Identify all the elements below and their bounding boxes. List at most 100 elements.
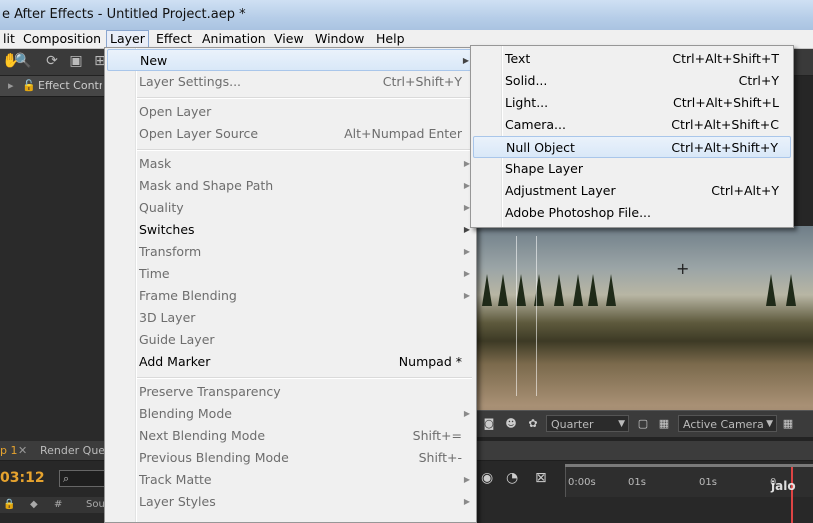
menu-separator — [137, 149, 472, 151]
menu-item-new-null-object[interactable]: Null Object Ctrl+Alt+Shift+Y — [473, 136, 791, 158]
zoom-tool-icon[interactable]: 🔍 — [14, 53, 31, 69]
menu-item-label: New — [140, 53, 168, 68]
menu-item-shortcut: Ctrl+Alt+Shift+L — [673, 95, 779, 110]
menu-separator — [137, 97, 472, 99]
menu-item-switches[interactable]: Switches ▶ — [107, 219, 474, 241]
menu-item-preserve-transparency[interactable]: Preserve Transparency — [107, 381, 474, 403]
menu-effect[interactable]: Effect — [153, 30, 195, 48]
menu-item-label: Time — [139, 266, 170, 281]
menu-item-new-camera[interactable]: Camera... Ctrl+Alt+Shift+C — [473, 114, 791, 136]
graph-editor-icon[interactable]: ⊠ — [535, 470, 547, 486]
region-of-interest-icon[interactable]: ▢ — [636, 417, 650, 431]
menu-item-new-text[interactable]: Text Ctrl+Alt+Shift+T — [473, 48, 791, 70]
rotate-tool-icon[interactable]: ⟳ — [44, 53, 60, 69]
submenu-arrow-icon: ▶ — [463, 475, 470, 484]
menu-item-label: Text — [505, 51, 531, 66]
menu-item-shortcut: Ctrl+Alt+Shift+Y — [671, 140, 778, 155]
menu-item-label: Camera... — [505, 117, 566, 132]
menu-edit[interactable]: lit — [0, 30, 18, 48]
camera-tool-icon[interactable]: ▣ — [68, 53, 84, 69]
menu-item-label: Layer Settings... — [139, 74, 242, 89]
close-icon[interactable]: ✕ — [18, 441, 27, 460]
menu-item-track-matte[interactable]: Track Matte ▶ — [107, 469, 474, 491]
draft-3d-icon[interactable]: ◉ — [481, 470, 493, 486]
ruler-tick-label: 01s — [628, 477, 646, 488]
transparency-grid-icon[interactable]: ▦ — [657, 417, 671, 431]
menu-item-previous-blending-mode[interactable]: Previous Blending Mode Shift+- — [107, 447, 474, 469]
menu-item-add-marker[interactable]: Add Marker Numpad * — [107, 351, 474, 373]
chevron-down-icon: ▼ — [618, 419, 625, 429]
current-time-display[interactable]: 03:12 — [0, 470, 45, 486]
menu-item-frame-blending[interactable]: Frame Blending ▶ — [107, 285, 474, 307]
menu-item-guide-layer[interactable]: Guide Layer — [107, 329, 474, 351]
menu-item-layer-settings[interactable]: Layer Settings... Ctrl+Shift+Y — [107, 71, 474, 93]
view-value: Active Camera — [683, 418, 764, 431]
tab-comp-1[interactable]: p 1 — [0, 441, 17, 460]
channel-icon[interactable]: ✿ — [526, 417, 540, 431]
menu-item-label: Adobe Photoshop File... — [505, 205, 651, 220]
composition-toolbar: ◙ ☻ ✿ Quarter ▼ ▢ ▦ Active Camera ▼ ▦ — [476, 410, 813, 437]
submenu-arrow-icon: ▶ — [463, 269, 470, 278]
ruler-tick-label: 0:00s — [568, 477, 596, 488]
tree-shape — [786, 274, 796, 306]
tree-shape — [498, 274, 508, 306]
menu-item-shortcut: Ctrl+Alt+Shift+C — [671, 117, 779, 132]
menu-item-layer-styles[interactable]: Layer Styles ▶ — [107, 491, 474, 513]
menu-item-mask-shape-path[interactable]: Mask and Shape Path ▶ — [107, 175, 474, 197]
menu-item-shortcut: Shift+- — [418, 450, 462, 465]
menu-item-time[interactable]: Time ▶ — [107, 263, 474, 285]
menu-item-label: Guide Layer — [139, 332, 215, 347]
resolution-value: Quarter — [551, 418, 594, 431]
search-icon: ⌕ — [63, 472, 70, 485]
menu-composition[interactable]: Composition — [20, 30, 104, 48]
menu-item-blending-mode[interactable]: Blending Mode ▶ — [107, 403, 474, 425]
tree-shape — [516, 274, 526, 306]
new-submenu: Text Ctrl+Alt+Shift+T Solid... Ctrl+Y Li… — [470, 45, 794, 228]
motion-blur-icon[interactable]: ◔ — [506, 470, 518, 486]
show-snapshot-icon[interactable]: ☻ — [504, 417, 518, 431]
menu-item-new-light[interactable]: Light... Ctrl+Alt+Shift+L — [473, 92, 791, 114]
snapshot-icon[interactable]: ◙ — [482, 417, 496, 431]
menu-item-label: Solid... — [505, 73, 548, 88]
menu-item-next-blending-mode[interactable]: Next Blending Mode Shift+= — [107, 425, 474, 447]
timeline-search-input[interactable]: ⌕ — [59, 470, 105, 487]
menu-item-new-solid[interactable]: Solid... Ctrl+Y — [473, 70, 791, 92]
effect-controls-tab[interactable]: ▸ 🔓 Effect Controls — [0, 76, 105, 97]
lock-icon[interactable]: 🔓 — [22, 76, 36, 96]
menu-item-open-layer-source[interactable]: Open Layer Source Alt+Numpad Enter — [107, 123, 474, 145]
resolution-dropdown[interactable]: Quarter ▼ — [546, 415, 629, 432]
menu-animation[interactable]: Animation — [199, 30, 269, 48]
menu-separator — [137, 377, 472, 379]
menu-help[interactable]: Help — [373, 30, 408, 48]
crosshair-icon: + — [676, 259, 690, 278]
menu-item-mask[interactable]: Mask ▶ — [107, 153, 474, 175]
menu-item-new-adjustment-layer[interactable]: Adjustment Layer Ctrl+Alt+Y — [473, 180, 791, 202]
menu-item-3d-layer[interactable]: 3D Layer — [107, 307, 474, 329]
menu-item-new[interactable]: New ▶ — [107, 49, 474, 71]
menu-item-label: Mask and Shape Path — [139, 178, 274, 193]
view-layout-icon[interactable]: ▦ — [781, 417, 795, 431]
layer-column-header: 🔒 ◆ # Sou — [0, 497, 105, 513]
menu-view[interactable]: View — [271, 30, 307, 48]
menu-item-shortcut: Ctrl+Alt+Shift+T — [672, 51, 779, 66]
menu-item-shortcut: Shift+= — [412, 428, 462, 443]
menu-item-new-shape-layer[interactable]: Shape Layer — [473, 158, 791, 180]
menu-item-new-photoshop-file[interactable]: Adobe Photoshop File... — [473, 202, 791, 224]
menu-item-shortcut: Alt+Numpad Enter — [344, 126, 462, 141]
menu-item-transform[interactable]: Transform ▶ — [107, 241, 474, 263]
menu-item-quality[interactable]: Quality ▶ — [107, 197, 474, 219]
menu-window[interactable]: Window — [312, 30, 367, 48]
guide-line — [516, 236, 517, 396]
menu-item-label: Add Marker — [139, 354, 211, 369]
menu-item-label: Mask — [139, 156, 172, 171]
menu-item-open-layer[interactable]: Open Layer — [107, 101, 474, 123]
tree-shape — [554, 274, 564, 306]
menu-layer[interactable]: Layer — [106, 30, 149, 48]
playhead[interactable] — [791, 467, 793, 523]
view-dropdown[interactable]: Active Camera ▼ — [678, 415, 777, 432]
window-title-bar: e After Effects - Untitled Project.aep * — [0, 0, 813, 30]
number-column: # — [54, 499, 63, 510]
submenu-arrow-icon: ▶ — [463, 291, 470, 300]
panel-menu-icon[interactable]: ▸ — [8, 76, 14, 96]
menu-item-label: Frame Blending — [139, 288, 237, 303]
